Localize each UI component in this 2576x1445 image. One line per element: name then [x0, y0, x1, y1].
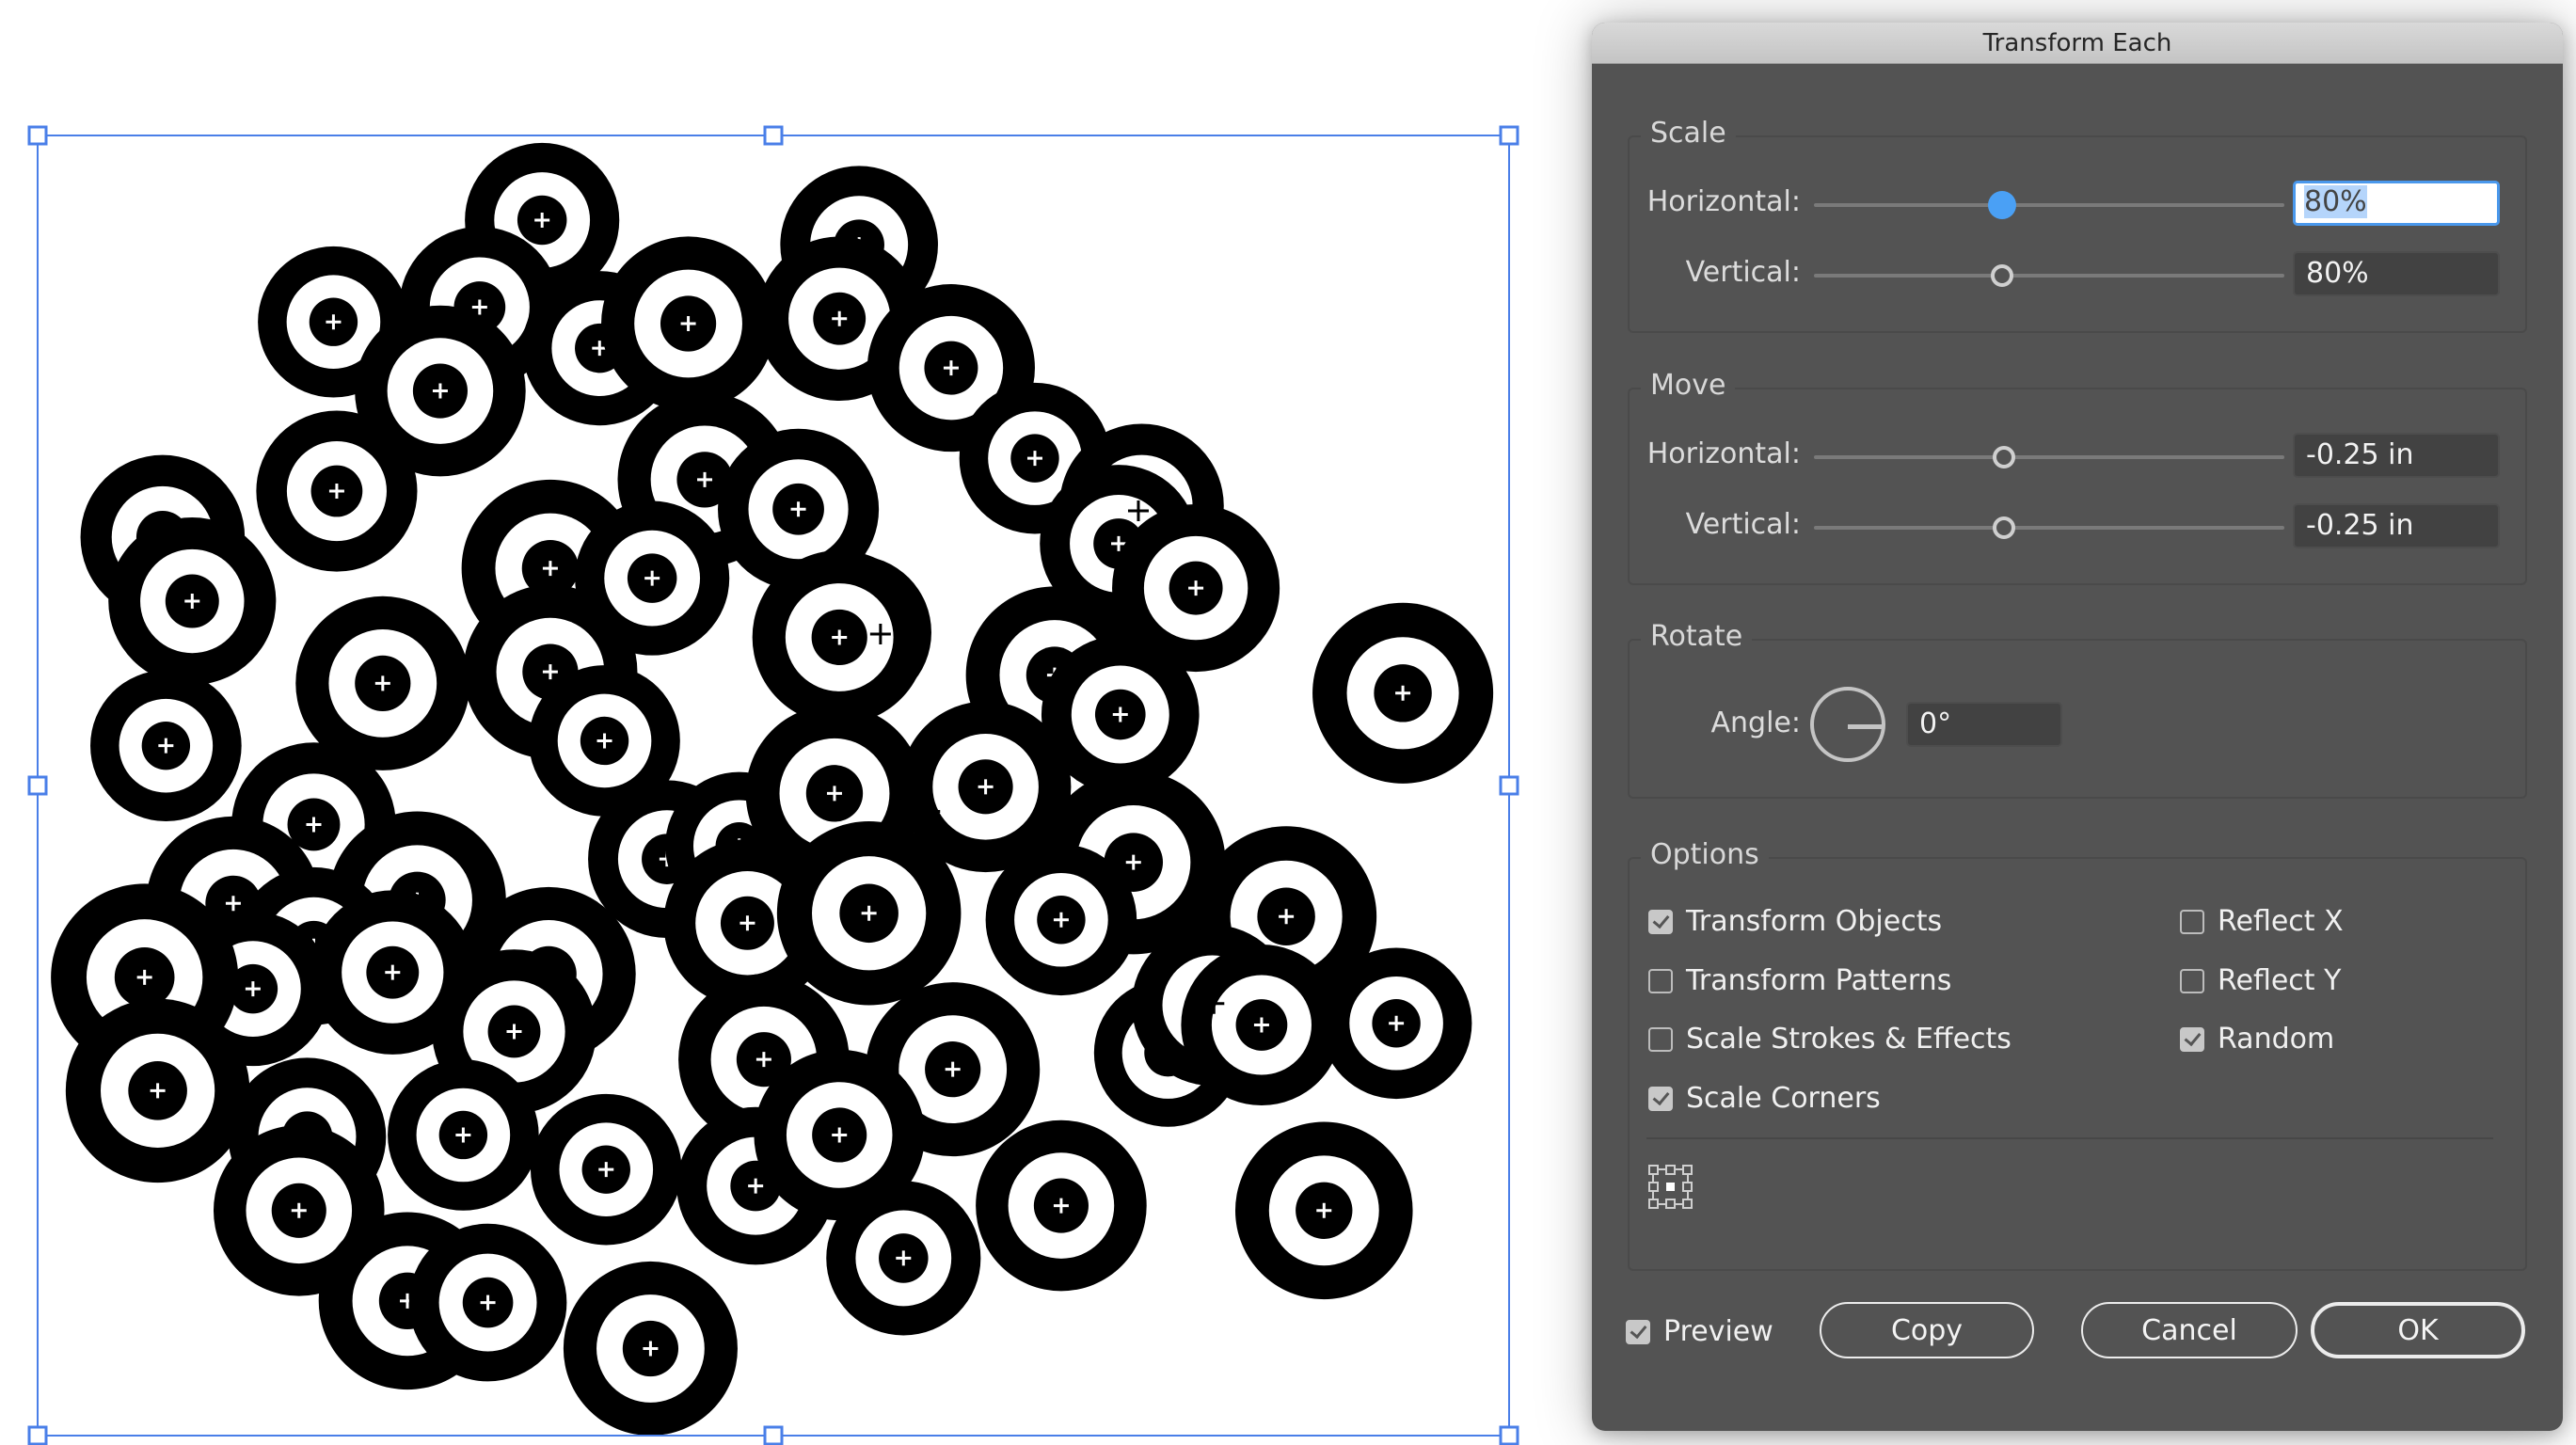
checkbox-box[interactable]	[1648, 1026, 1673, 1052]
random-label: Random	[2218, 1023, 2335, 1056]
scale-vertical-slider-thumb[interactable]	[1991, 264, 2013, 287]
ring-object[interactable]	[976, 1119, 1147, 1292]
scale-corners-checkbox[interactable]: Scale Corners	[1648, 1082, 1881, 1115]
preview-checkbox[interactable]: Preview	[1626, 1315, 1773, 1348]
rotate-legend: Rotate	[1641, 620, 1753, 653]
scale-strokes-effects-checkbox[interactable]: Scale Strokes & Effects	[1648, 1023, 2012, 1056]
checkbox-box[interactable]	[1648, 968, 1673, 993]
ring-object[interactable]	[985, 844, 1137, 996]
selection-handle[interactable]	[763, 125, 784, 146]
ring-object[interactable]	[601, 236, 776, 411]
transform-objects-checkbox[interactable]: Transform Objects	[1648, 905, 1942, 938]
scale-horizontal-label: Horizontal:	[1646, 185, 1801, 218]
ring-object[interactable]	[1234, 1121, 1413, 1300]
move-vertical-slider-thumb[interactable]	[1993, 516, 2015, 539]
move-horizontal-slider[interactable]	[1814, 455, 2284, 459]
ring-object[interactable]	[388, 1059, 539, 1211]
scale-horizontal-slider[interactable]	[1814, 203, 2284, 207]
artwork-svg[interactable]	[0, 0, 1581, 1445]
reference-point-locator-icon[interactable]	[1648, 1165, 1693, 1210]
random-checkbox[interactable]: Random	[2180, 1023, 2334, 1056]
ring-object[interactable]	[1312, 602, 1494, 784]
scale-group	[1628, 135, 2527, 333]
scale-horizontal-input[interactable]: 80%	[2293, 181, 2500, 226]
scale-vertical-input[interactable]: 80%	[2293, 251, 2500, 296]
scale-horizontal-slider-thumb[interactable]	[1988, 191, 2016, 219]
angle-dial[interactable]	[1810, 687, 1885, 762]
move-legend: Move	[1641, 369, 1736, 402]
move-horizontal-label: Horizontal:	[1646, 437, 1801, 470]
scale-legend: Scale	[1641, 117, 1736, 150]
checkbox-box[interactable]	[2180, 1026, 2204, 1052]
artboard-canvas[interactable]	[0, 0, 1581, 1445]
ring-object[interactable]	[108, 516, 277, 686]
ok-button[interactable]: OK	[2311, 1302, 2525, 1358]
scale-vertical-label: Vertical:	[1685, 256, 1801, 289]
ring-object[interactable]	[776, 821, 962, 1006]
cancel-button[interactable]: Cancel	[2081, 1302, 2298, 1358]
ring-object[interactable]	[826, 1181, 981, 1336]
move-horizontal-slider-thumb[interactable]	[1993, 446, 2015, 468]
ring-object[interactable]	[408, 1223, 567, 1382]
reflect-x-label: Reflect X	[2218, 905, 2344, 938]
copy-button[interactable]: Copy	[1820, 1302, 2034, 1358]
selection-handle[interactable]	[27, 775, 48, 796]
dialog-titlebar[interactable]: Transform Each	[1592, 23, 2563, 64]
options-divider	[1646, 1137, 2493, 1139]
reflect-x-checkbox[interactable]: Reflect X	[2180, 905, 2344, 938]
transform-patterns-checkbox[interactable]: Transform Patterns	[1648, 964, 1951, 997]
ring-object[interactable]	[90, 670, 242, 822]
selection-handle[interactable]	[1499, 1425, 1519, 1445]
move-vertical-label: Vertical:	[1685, 508, 1801, 541]
selection-handle[interactable]	[1499, 125, 1519, 146]
angle-label: Angle:	[1710, 707, 1801, 739]
checkbox-box[interactable]	[1648, 1086, 1673, 1111]
ring-object[interactable]	[563, 1261, 738, 1437]
transform-each-dialog: Transform Each Scale Horizontal: 80% Ver…	[1592, 23, 2563, 1431]
move-vertical-slider[interactable]	[1814, 526, 2284, 530]
reflect-y-checkbox[interactable]: Reflect Y	[2180, 964, 2341, 997]
scale-vertical-slider[interactable]	[1814, 274, 2284, 278]
dialog-title: Transform Each	[1982, 28, 2172, 57]
move-vertical-input[interactable]: -0.25 in	[2293, 503, 2500, 548]
ring-object[interactable]	[530, 1093, 682, 1246]
move-horizontal-input[interactable]: -0.25 in	[2293, 433, 2500, 478]
ring-object[interactable]	[1320, 947, 1472, 1100]
ring-object[interactable]	[65, 998, 250, 1183]
checkbox-box[interactable]	[2180, 909, 2204, 934]
scale-corners-label: Scale Corners	[1686, 1082, 1881, 1115]
ring-object[interactable]	[256, 410, 418, 572]
selection-handle[interactable]	[1499, 775, 1519, 796]
checkbox-box[interactable]	[2180, 968, 2204, 993]
scale-strokes-effects-label: Scale Strokes & Effects	[1686, 1023, 2012, 1056]
selection-handle[interactable]	[763, 1425, 784, 1445]
selection-handle[interactable]	[27, 125, 48, 146]
transform-patterns-label: Transform Patterns	[1686, 964, 1952, 997]
transform-objects-label: Transform Objects	[1686, 905, 1943, 938]
preview-label: Preview	[1663, 1315, 1773, 1348]
angle-input[interactable]: 0°	[1906, 702, 2062, 747]
ring-object[interactable]	[1181, 944, 1343, 1106]
checkbox-box[interactable]	[1648, 909, 1673, 934]
options-legend: Options	[1641, 838, 1769, 871]
reflect-y-label: Reflect Y	[2218, 964, 2342, 997]
checkbox-box[interactable]	[1626, 1319, 1650, 1344]
ring-object[interactable]	[752, 549, 927, 724]
selection-handle[interactable]	[27, 1425, 48, 1445]
move-group	[1628, 388, 2527, 585]
